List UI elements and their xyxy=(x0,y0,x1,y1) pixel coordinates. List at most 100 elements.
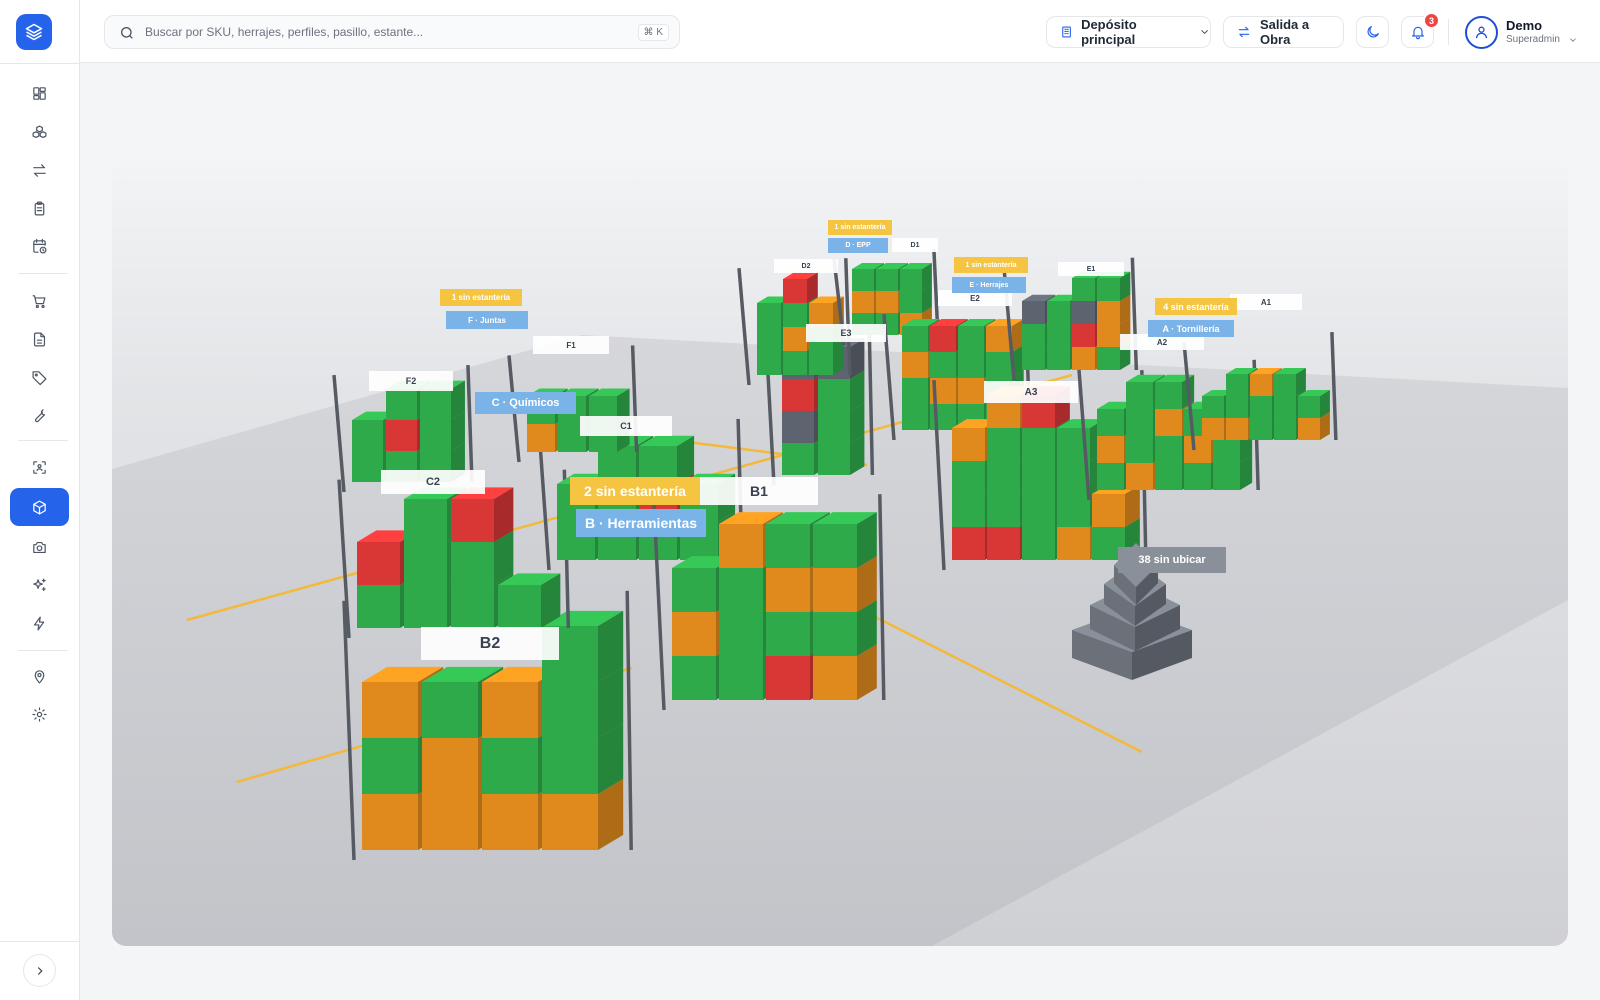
notifications-badge: 3 xyxy=(1423,12,1440,29)
notifications-button[interactable]: 3 xyxy=(1401,12,1440,48)
zone-warning-label: 2 sin estantería xyxy=(570,477,700,505)
wrench-icon xyxy=(34,408,46,422)
sidebar-item-dashboard[interactable] xyxy=(10,74,69,112)
stock-box[interactable] xyxy=(498,573,561,628)
layers-icon xyxy=(25,23,43,41)
sidebar-item-ai[interactable] xyxy=(10,566,69,604)
rack-label[interactable]: B1 xyxy=(700,477,818,505)
sidebar-item-documents[interactable] xyxy=(10,320,69,358)
stock-box[interactable] xyxy=(1274,368,1306,396)
rack-label[interactable]: E1 xyxy=(1058,262,1124,276)
map-pin-icon xyxy=(34,669,45,683)
theme-toggle-button[interactable] xyxy=(1356,16,1389,48)
sidebar-item-tools[interactable] xyxy=(10,396,69,434)
tag-icon xyxy=(32,370,47,385)
search-shortcut-hint: ⌘ K xyxy=(637,24,669,41)
camera-icon xyxy=(33,541,46,553)
rack-post xyxy=(1130,257,1139,371)
user-name[interactable]: Demo xyxy=(1506,18,1542,33)
stock-box[interactable] xyxy=(783,272,818,303)
stock-box[interactable] xyxy=(1092,485,1140,527)
stock-box[interactable] xyxy=(1097,271,1131,301)
rack-label[interactable]: F1 xyxy=(533,336,609,354)
rack-label[interactable]: C1 xyxy=(580,416,672,436)
rack-label[interactable]: D2 xyxy=(774,259,838,273)
sidebar-item-tags[interactable] xyxy=(10,358,69,396)
sidebar-item-automation[interactable] xyxy=(10,604,69,642)
settings-icon xyxy=(32,706,47,722)
stock-box[interactable] xyxy=(986,318,1024,352)
sidebar-item-scanner[interactable] xyxy=(10,448,69,486)
sidebar-item-purchases[interactable] xyxy=(10,282,69,320)
stock-box[interactable] xyxy=(900,263,932,291)
stock-box[interactable] xyxy=(1298,390,1330,418)
stock-box[interactable] xyxy=(451,487,514,542)
sidebar-item-camera[interactable] xyxy=(10,528,69,566)
rack-label[interactable]: A1 xyxy=(1230,294,1302,310)
zone-warning-label: 4 sin estantería xyxy=(1155,298,1237,315)
zone-warning-label: 1 sin estantería xyxy=(954,257,1028,273)
arrows-icon xyxy=(33,163,46,177)
sidebar-item-history[interactable] xyxy=(10,227,69,265)
search-box[interactable]: ⌘ K xyxy=(104,15,680,49)
search-icon xyxy=(121,27,133,39)
chevron-down-icon xyxy=(1201,30,1208,34)
building-icon xyxy=(1062,26,1071,38)
rack[interactable] xyxy=(1002,257,1139,381)
user-role: Superadmin xyxy=(1506,34,1560,45)
zone-label[interactable]: C · Químicos xyxy=(475,392,576,414)
zone-warning-label: 1 sin estantería xyxy=(828,220,892,235)
zone-label[interactable]: A · Tornillería xyxy=(1148,320,1234,337)
zap-icon xyxy=(33,616,45,630)
sidebar-separator xyxy=(18,650,68,651)
file-icon xyxy=(33,332,46,346)
rack-label[interactable]: F2 xyxy=(369,371,453,391)
clipboard-icon xyxy=(34,201,45,215)
zone-warning-label: 1 sin estantería xyxy=(440,289,522,306)
topbar-separator xyxy=(1448,19,1449,45)
rack-label[interactable]: D1 xyxy=(892,238,938,252)
sidebar-item-locations[interactable] xyxy=(10,657,69,695)
rack-label[interactable]: E3 xyxy=(806,324,886,342)
sidebar-item-warehouse-3d[interactable] xyxy=(10,488,69,526)
warehouse-selector[interactable]: Depósito principal xyxy=(1046,16,1211,48)
warehouse-scene[interactable] xyxy=(112,160,1568,946)
salida-a-obra-label: Salida a Obra xyxy=(1259,17,1310,47)
sparkles-icon xyxy=(33,578,46,591)
sidebar-item-movements[interactable] xyxy=(10,151,69,189)
chevron-right-icon xyxy=(37,966,43,975)
zone-label[interactable]: F · Juntas xyxy=(446,311,528,329)
zone-label[interactable]: B · Herramientas xyxy=(576,509,706,537)
grid-icon xyxy=(33,86,46,100)
sidebar-divider xyxy=(0,941,80,942)
sidebar-item-checklist[interactable] xyxy=(10,189,69,227)
moon-icon xyxy=(1367,26,1379,38)
warehouse-3d-viewport[interactable]: A1 A2 A3 B1 B2 C1 C2 D1 D2 E1 E2 E3 F1 F… xyxy=(112,160,1568,946)
zone-label[interactable]: E · Herrajes xyxy=(952,277,1026,293)
cube-icon xyxy=(33,500,46,514)
boxes-icon xyxy=(32,125,47,138)
search-input[interactable] xyxy=(145,16,615,48)
calendar-clock-icon xyxy=(33,238,47,253)
sidebar-separator xyxy=(18,440,68,441)
cart-icon xyxy=(32,294,46,308)
sidebar-item-products[interactable] xyxy=(10,113,69,151)
sidebar-separator xyxy=(18,273,68,274)
user-icon xyxy=(1475,26,1488,39)
topbar: ⌘ K Depósito principal Salida a Obra 3 D… xyxy=(80,0,1600,63)
zone-label[interactable]: D · EPP xyxy=(828,238,888,253)
app-logo[interactable] xyxy=(16,14,52,50)
sidebar-item-settings[interactable] xyxy=(10,695,69,733)
chevron-down-icon[interactable] xyxy=(1568,35,1578,45)
rack-label[interactable]: B2 xyxy=(421,627,559,660)
unplaced-count-label[interactable]: 38 sin ubicar xyxy=(1118,547,1226,573)
sidebar xyxy=(0,0,80,1000)
scan-icon xyxy=(33,460,46,474)
sidebar-expand-button[interactable] xyxy=(23,954,56,987)
user-avatar[interactable] xyxy=(1465,16,1498,49)
salida-a-obra-button[interactable]: Salida a Obra xyxy=(1223,16,1344,48)
arrows-swap-icon xyxy=(1238,26,1250,38)
rack-label[interactable]: A3 xyxy=(984,381,1078,403)
stock-box[interactable] xyxy=(813,512,877,568)
rack-label[interactable]: C2 xyxy=(381,470,485,494)
